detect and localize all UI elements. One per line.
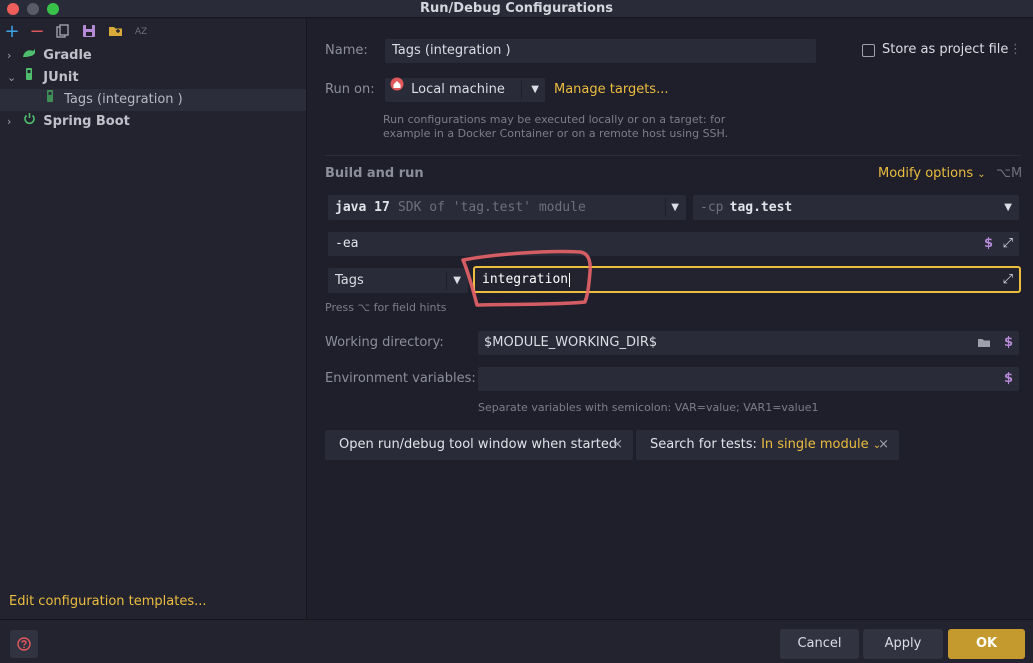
run-on-hint-line-1: Run configurations may be executed local… bbox=[383, 113, 726, 126]
open-tool-window-chip[interactable]: Open run/debug tool window when started … bbox=[325, 430, 633, 460]
add-icon[interactable]: + bbox=[4, 23, 20, 41]
dropdown-arrow-icon: ▼ bbox=[531, 84, 539, 95]
workdir-value: $MODULE_WORKING_DIR$ bbox=[484, 335, 658, 350]
tree-item-spring-boot[interactable]: › Spring Boot bbox=[0, 111, 306, 133]
junit-test-icon bbox=[42, 89, 58, 111]
copy-icon[interactable] bbox=[55, 24, 71, 40]
power-icon bbox=[21, 111, 37, 133]
chevron-down-icon: ⌄ bbox=[977, 169, 986, 180]
tree-item-tags-integration[interactable]: Tags (integration ) bbox=[0, 89, 306, 111]
close-icon[interactable]: × bbox=[878, 430, 889, 460]
edit-templates-link[interactable]: Edit configuration templates... bbox=[9, 594, 207, 609]
chip-value[interactable]: In single module bbox=[761, 437, 869, 452]
sidebar: + − AZ › Gradle ⌄ JUnit Tags (integratio… bbox=[0, 19, 307, 619]
new-folder-icon[interactable] bbox=[107, 24, 123, 40]
macro-icon[interactable]: $ bbox=[984, 232, 993, 256]
store-project-file-checkbox[interactable] bbox=[862, 44, 875, 57]
divider bbox=[521, 81, 522, 99]
save-icon[interactable] bbox=[81, 24, 97, 40]
run-on-value: Local machine bbox=[411, 82, 505, 97]
chip-label: Search for tests: bbox=[650, 437, 757, 452]
manage-targets-link[interactable]: Manage targets... bbox=[554, 82, 668, 97]
chevron-right-icon[interactable]: › bbox=[7, 111, 17, 133]
vm-options-field[interactable]: -ea $ ⤢ bbox=[328, 232, 1019, 256]
cp-value: tag.test bbox=[729, 200, 793, 215]
chevron-right-icon[interactable]: › bbox=[7, 45, 17, 67]
env-hint: Separate variables with semicolon: VAR=v… bbox=[478, 401, 819, 414]
store-project-file-label: Store as project file bbox=[882, 42, 1009, 57]
classpath-select[interactable]: -cp tag.test ▼ bbox=[693, 195, 1019, 220]
name-value: Tags (integration ) bbox=[392, 43, 511, 58]
ok-button[interactable]: OK bbox=[948, 629, 1025, 659]
separator bbox=[325, 155, 1021, 156]
apply-button[interactable]: Apply bbox=[863, 629, 943, 659]
tree-item-label: Gradle bbox=[43, 48, 92, 63]
macro-icon[interactable]: $ bbox=[1004, 367, 1013, 391]
cp-prefix: -cp bbox=[700, 200, 724, 215]
close-icon[interactable]: × bbox=[612, 430, 623, 460]
expand-icon[interactable]: ⤢ bbox=[1003, 268, 1013, 291]
sort-icon[interactable]: AZ bbox=[133, 24, 149, 40]
search-for-tests-chip[interactable]: Search for tests: In single module ⌄ × bbox=[636, 430, 899, 460]
expand-icon[interactable]: ⤢ bbox=[1003, 232, 1013, 256]
divider bbox=[446, 271, 447, 290]
name-label: Name: bbox=[325, 43, 368, 58]
env-field[interactable]: $ bbox=[478, 367, 1019, 391]
field-hint: Press ⌥ for field hints bbox=[325, 301, 447, 314]
help-icon[interactable] bbox=[10, 630, 38, 658]
workdir-field[interactable]: $MODULE_WORKING_DIR$ $ bbox=[478, 331, 1019, 355]
home-icon bbox=[390, 76, 404, 100]
jdk-sub: SDK of 'tag.test' module bbox=[397, 200, 586, 215]
macro-icon[interactable]: $ bbox=[1004, 331, 1013, 355]
modify-options-link[interactable]: Modify options ⌄ bbox=[878, 166, 986, 181]
jdk-main: java 17 bbox=[335, 200, 390, 215]
window-title: Run/Debug Configurations bbox=[420, 1, 613, 16]
name-field[interactable]: Tags (integration ) bbox=[385, 39, 816, 63]
run-on-label: Run on: bbox=[325, 82, 375, 97]
workdir-label: Working directory: bbox=[325, 335, 444, 350]
remove-icon[interactable]: − bbox=[29, 23, 45, 41]
folder-icon[interactable] bbox=[977, 331, 991, 355]
vm-options-value: -ea bbox=[335, 236, 359, 251]
tree-item-junit[interactable]: ⌄ JUnit bbox=[0, 67, 306, 89]
test-kind-select[interactable]: Tags ▼ bbox=[328, 268, 468, 293]
build-and-run-heading: Build and run bbox=[325, 166, 424, 181]
tree-item-label: JUnit bbox=[43, 70, 79, 85]
tree-item-gradle[interactable]: › Gradle bbox=[0, 45, 306, 67]
divider bbox=[665, 198, 666, 217]
dropdown-arrow-icon: ▼ bbox=[671, 202, 679, 213]
modify-options-label: Modify options bbox=[878, 166, 974, 181]
run-on-hint-line-2: example in a Docker Container or on a re… bbox=[383, 127, 729, 140]
env-label: Environment variables: bbox=[325, 371, 476, 386]
more-options-icon[interactable]: ⋮ bbox=[1009, 42, 1022, 57]
chip-label: Open run/debug tool window when started bbox=[339, 437, 618, 452]
tree-item-label: Tags (integration ) bbox=[64, 92, 183, 107]
tree-item-label: Spring Boot bbox=[43, 114, 130, 129]
modify-options-shortcut: ⌥M bbox=[996, 166, 1023, 181]
cancel-button[interactable]: Cancel bbox=[780, 629, 859, 659]
junit-icon bbox=[21, 67, 37, 89]
bottom-bar: Cancel Apply OK bbox=[0, 619, 1033, 663]
title-bar: Run/Debug Configurations bbox=[0, 0, 1033, 18]
gradle-icon bbox=[21, 45, 37, 67]
test-kind-value: Tags bbox=[335, 273, 364, 288]
dropdown-arrow-icon: ▼ bbox=[1004, 202, 1012, 213]
chevron-down-icon[interactable]: ⌄ bbox=[7, 67, 17, 89]
jdk-select[interactable]: java 17 SDK of 'tag.test' module ▼ bbox=[328, 195, 686, 220]
annotation-highlight bbox=[461, 249, 592, 307]
